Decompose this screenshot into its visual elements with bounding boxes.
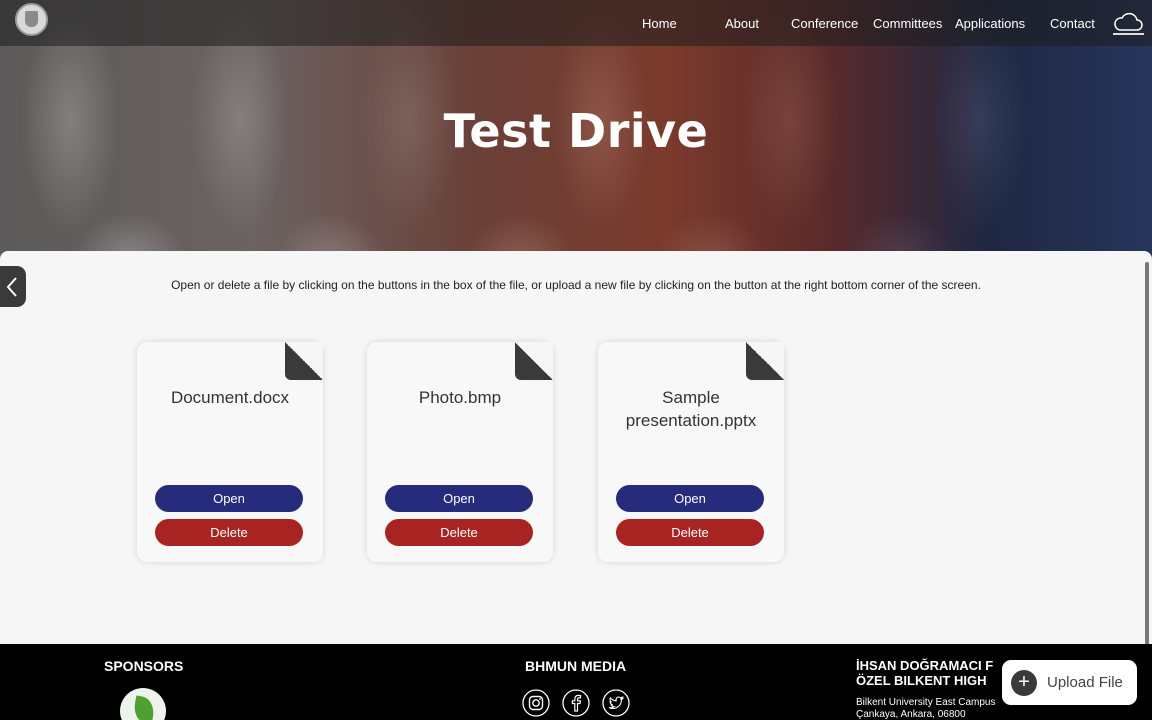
file-name: Photo.bmp <box>418 388 502 407</box>
file-name: Sample presentation.pptx <box>625 388 757 430</box>
school-name: İHSAN DOĞRAMACI F ÖZEL BILKENT HIGH <box>856 658 994 688</box>
nav-committees[interactable]: Committees <box>873 16 942 31</box>
file-card: Photo.bmp Open Delete <box>367 342 553 562</box>
plus-icon: + <box>1011 670 1037 696</box>
active-tab-underline <box>1113 33 1144 35</box>
file-card: Document.docx Open Delete <box>137 342 323 562</box>
file-card: Sample presentation.pptx Open Delete <box>598 342 784 562</box>
nav-contact[interactable]: Contact <box>1050 16 1095 31</box>
instructions-text: Open or delete a file by clicking on the… <box>171 278 981 292</box>
nav-about[interactable]: About <box>725 16 759 31</box>
open-file-button[interactable]: Open <box>155 485 303 512</box>
file-corner-icon <box>285 342 323 380</box>
file-corner-icon <box>746 342 784 380</box>
twitter-icon[interactable] <box>602 689 630 717</box>
instagram-icon[interactable] <box>522 689 550 717</box>
facebook-icon[interactable] <box>562 689 590 717</box>
upload-file-label: Upload File <box>1047 674 1123 691</box>
open-file-button[interactable]: Open <box>385 485 533 512</box>
nav-home[interactable]: Home <box>642 16 677 31</box>
delete-file-button[interactable]: Delete <box>616 519 764 546</box>
delete-file-button[interactable]: Delete <box>155 519 303 546</box>
scrollbar[interactable] <box>1145 262 1149 647</box>
media-heading: BHMUN MEDIA <box>525 658 627 674</box>
school-address: Bilkent University East Campus Çankaya, … <box>856 697 996 720</box>
nav-conference[interactable]: Conference <box>791 16 858 31</box>
upload-file-button[interactable]: + Upload File <box>1002 660 1137 705</box>
page-title: Test Drive <box>443 104 709 158</box>
nav-applications[interactable]: Applications <box>955 16 1025 31</box>
leaf-icon <box>131 695 157 720</box>
top-navbar: Home About Conference Committees Applica… <box>0 0 1152 46</box>
school-crest-icon[interactable] <box>15 3 48 36</box>
sponsors-heading: SPONSORS <box>104 658 184 674</box>
file-name: Document.docx <box>170 388 290 407</box>
open-file-button[interactable]: Open <box>616 485 764 512</box>
delete-file-button[interactable]: Delete <box>385 519 533 546</box>
file-corner-icon <box>515 342 553 380</box>
